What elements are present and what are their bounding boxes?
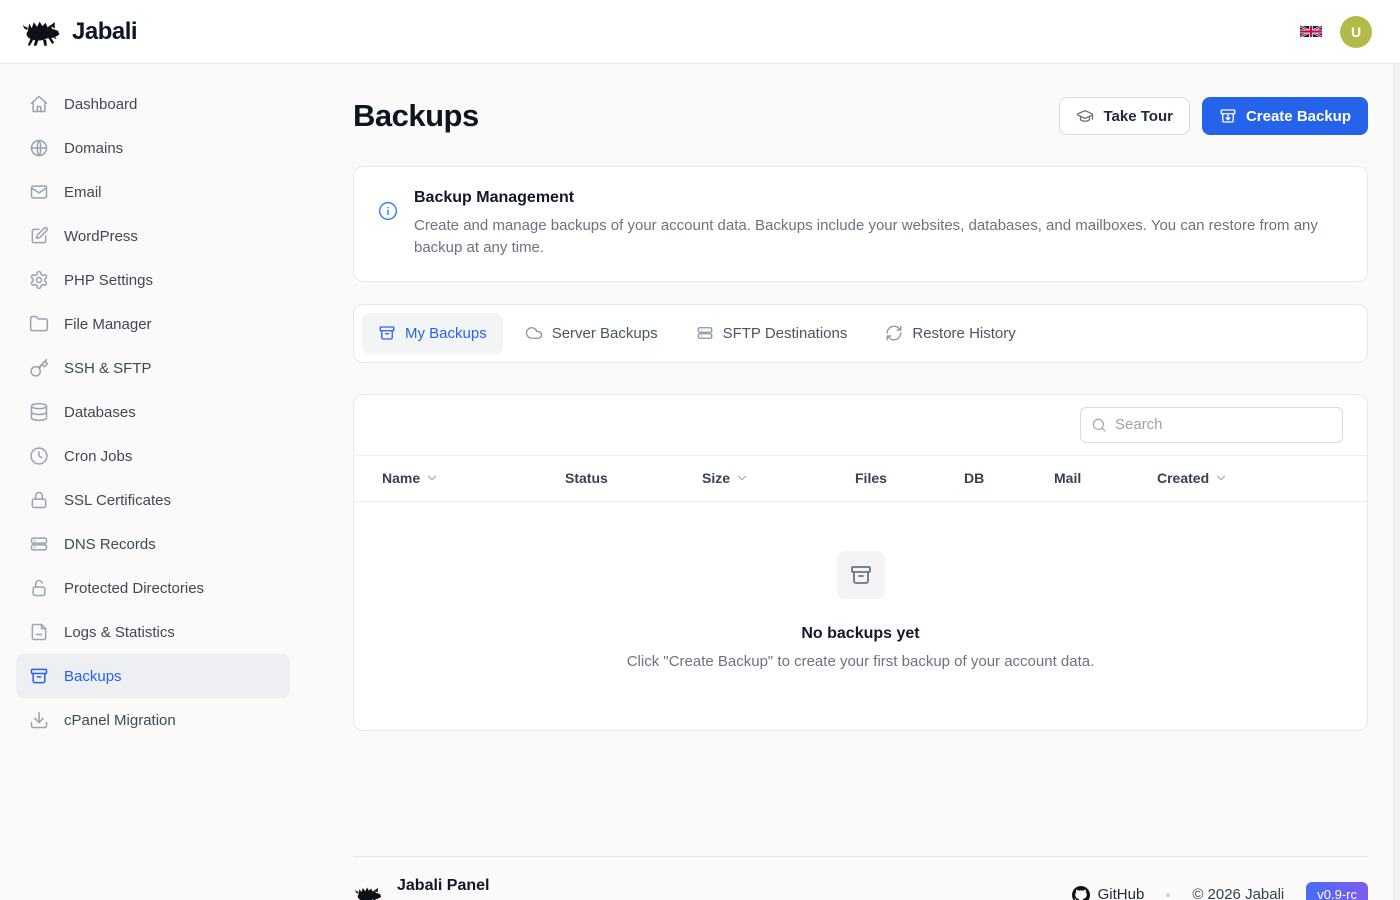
empty-state-title: No backups yet [801,625,919,643]
backup-tabs: My Backups Server Backups SFTP Destinati… [353,304,1368,363]
dot-separator [1166,893,1170,897]
sidebar-item-cpanel-migration[interactable]: cPanel Migration [16,698,290,742]
table-header-row: Name Status Size Files DB Mail [354,455,1367,502]
download-icon [29,710,49,730]
empty-archive-icon [837,551,885,599]
sidebar-item-ssh-sftp[interactable]: SSH & SFTP [16,346,290,390]
info-box-body: Create and manage backups of your accoun… [414,215,1324,259]
cloud-icon [525,324,543,342]
footer: Jabali Panel Web Hosting Control Panel G… [353,856,1368,900]
version-badge[interactable]: v0.9-rc [1306,882,1368,900]
column-header-size[interactable]: Size [702,470,855,486]
sidebar-item-logs-statistics[interactable]: Logs & Statistics [16,610,290,654]
file-text-icon [29,622,49,642]
page-title: Backups [353,98,479,134]
column-header-mail: Mail [1054,470,1157,486]
tab-my-backups[interactable]: My Backups [362,313,503,354]
sidebar-item-protected-directories[interactable]: Protected Directories [16,566,290,610]
refresh-icon [885,324,903,342]
sidebar-item-cron-jobs[interactable]: Cron Jobs [16,434,290,478]
tab-sftp-destinations[interactable]: SFTP Destinations [680,313,864,354]
uk-flag-icon[interactable] [1300,24,1322,39]
clock-icon [29,446,49,466]
lock-icon [29,490,49,510]
boar-logo-icon [20,17,62,47]
copyright-text: © 2026 Jabali [1192,886,1284,900]
info-box-title: Backup Management [414,189,1324,207]
column-header-files: Files [855,470,964,486]
sidebar-item-wordpress[interactable]: WordPress [16,214,290,258]
search-icon [1091,417,1107,433]
sidebar-item-email[interactable]: Email [16,170,290,214]
backup-management-info-box: Backup Management Create and manage back… [353,166,1368,282]
folder-icon [29,314,49,334]
sidebar-item-dns-records[interactable]: DNS Records [16,522,290,566]
lock-icon [29,578,49,598]
create-backup-button[interactable]: Create Backup [1202,97,1368,135]
mail-icon [29,182,49,202]
column-header-status: Status [565,470,702,486]
chevron-down-icon [425,471,439,485]
pen-icon [29,226,49,246]
server-icon [29,534,49,554]
column-header-created[interactable]: Created [1157,470,1343,486]
tab-restore-history[interactable]: Restore History [869,313,1031,354]
sidebar: Dashboard Domains Email WordPress PHP Se… [0,64,306,900]
archive-down-icon [1219,107,1237,125]
key-icon [29,358,49,378]
sidebar-item-ssl-certificates[interactable]: SSL Certificates [16,478,290,522]
sidebar-item-dashboard[interactable]: Dashboard [16,82,290,126]
tab-server-backups[interactable]: Server Backups [509,313,674,354]
user-avatar[interactable]: U [1340,16,1372,48]
empty-state-description: Click "Create Backup" to create your fir… [627,653,1095,670]
database-icon [29,402,49,422]
footer-brand: Jabali Panel [397,877,554,895]
column-header-db: DB [964,470,1054,486]
sidebar-item-file-manager[interactable]: File Manager [16,302,290,346]
info-icon [378,201,398,259]
home-icon [29,94,49,114]
brand-logo[interactable]: Jabali [20,17,137,47]
column-header-name[interactable]: Name [382,470,565,486]
empty-state: No backups yet Click "Create Backup" to … [354,502,1367,730]
globe-icon [29,138,49,158]
sidebar-item-databases[interactable]: Databases [16,390,290,434]
take-tour-button[interactable]: Take Tour [1059,97,1189,135]
main-content: Backups Take Tour Create Backup Backup M… [306,64,1400,900]
backups-table-card: Name Status Size Files DB Mail [353,394,1368,731]
github-link[interactable]: GitHub [1072,886,1145,900]
sidebar-item-php-settings[interactable]: PHP Settings [16,258,290,302]
archive-icon [378,324,396,342]
chevron-down-icon [1214,471,1228,485]
graduation-cap-icon [1076,107,1094,125]
sidebar-item-backups[interactable]: Backups [16,654,290,698]
scrollbar[interactable] [1393,64,1400,900]
archive-icon [29,666,49,686]
server-icon [696,324,714,342]
brand-name: Jabali [72,18,137,46]
top-bar: Jabali U [0,0,1400,64]
search-input[interactable] [1080,407,1343,443]
gear-icon [29,270,49,290]
github-icon [1072,886,1090,900]
chevron-down-icon [735,471,749,485]
sidebar-item-domains[interactable]: Domains [16,126,290,170]
boar-logo-icon [353,884,383,900]
